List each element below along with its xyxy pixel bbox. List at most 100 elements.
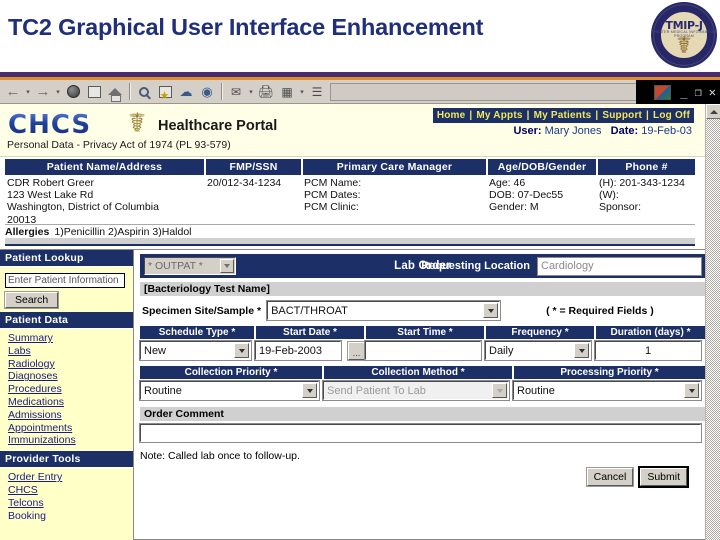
browser-window: ← ▾ → ▾ ★ ☁ ◉ ✉ ▾ 🖨 ▦ ▾ ☰ _ ❐ ✕ CHCS ☤ H… — [0, 80, 720, 540]
sidebar-item-admissions[interactable]: Admissions — [5, 409, 129, 422]
sidebar-item-radiology[interactable]: Radiology — [5, 358, 129, 371]
refresh-icon[interactable] — [84, 82, 104, 102]
forward-chevron-down-icon[interactable]: ▾ — [54, 82, 62, 102]
schedule-type-dropdown[interactable]: New — [139, 340, 252, 361]
patient-pcm-cell: PCM Name: PCM Dates: PCM Clinic: — [302, 175, 487, 228]
nav-item-support[interactable]: Support — [602, 110, 642, 121]
windows-logo-icon — [654, 84, 672, 100]
patient-name-address-cell: CDR Robert Greer 123 West Lake Rd Washin… — [5, 175, 205, 228]
portal-subtitle: Healthcare Portal — [158, 118, 278, 134]
nav-sep: | — [466, 110, 476, 121]
frequency-dropdown[interactable]: Daily — [484, 340, 592, 361]
back-arrow-icon[interactable]: ← — [3, 82, 23, 102]
media-icon[interactable]: ◉ — [197, 82, 217, 102]
specimen-row: Specimen Site/Sample * BACT/THROAT ( * =… — [140, 300, 705, 321]
nav-item-my-patients[interactable]: My Patients — [534, 110, 592, 121]
chevron-down-icon[interactable] — [234, 343, 249, 358]
scroll-up-button[interactable] — [706, 104, 720, 119]
collection-priority-value: Routine — [144, 384, 182, 397]
user-info-line: User: Mary Jones Date: 19-Feb-03 — [513, 125, 692, 137]
sidebar-item-summary[interactable]: Summary — [5, 332, 129, 345]
order-comment-input[interactable] — [139, 423, 702, 443]
start-date-input[interactable]: 19-Feb-2003 — [254, 340, 342, 361]
specimen-dropdown[interactable]: BACT/THROAT — [266, 300, 502, 321]
priority-value-row: Routine Send Patient To Lab Routine — [139, 379, 705, 401]
sidebar-item-chcs[interactable]: CHCS — [5, 484, 129, 497]
chevron-down-icon[interactable] — [220, 259, 234, 273]
form-button-row: Cancel Submit — [140, 466, 705, 488]
patient-type-dropdown[interactable]: * OUTPAT * — [144, 257, 236, 275]
mail-chevron-down-icon[interactable]: ▾ — [247, 82, 255, 102]
date-picker-button[interactable]: ... — [347, 340, 366, 361]
sidebar-item-immunizations[interactable]: Immunizations — [5, 434, 129, 447]
history-icon[interactable]: ☁ — [176, 82, 196, 102]
user-name: Mary Jones — [544, 125, 602, 137]
nav-item-my-appts[interactable]: My Appts — [476, 110, 522, 121]
col-collection-method: Collection Method * — [323, 366, 514, 379]
requesting-location-input[interactable]: Cardiology — [537, 256, 702, 276]
chevron-down-icon[interactable] — [483, 303, 499, 318]
processing-priority-cell: Routine — [512, 379, 705, 401]
stop-icon[interactable] — [63, 82, 83, 102]
page-title: TC2 Graphical User Interface Enhancement — [8, 14, 484, 40]
cancel-button[interactable]: Cancel — [585, 467, 635, 487]
sidebar-item-medications[interactable]: Medications — [5, 396, 129, 409]
schedule-value-row: New 19-Feb-2003 ... Daily 1 — [139, 339, 705, 361]
edit-icon[interactable]: ▦ — [277, 82, 297, 102]
order-form-header: * OUTPAT * Lab Order Requesting Location… — [140, 254, 705, 278]
start-time-input[interactable] — [364, 340, 482, 361]
patient-table-header-row: Patient Name/Address FMP/SSN Primary Car… — [5, 159, 695, 175]
duration-input[interactable]: 1 — [594, 340, 702, 361]
allergies-label: Allergies — [5, 226, 50, 238]
order-comment-section-title: Order Comment — [140, 407, 705, 421]
chevron-down-icon[interactable] — [302, 383, 317, 398]
back-chevron-down-icon[interactable]: ▾ — [24, 82, 32, 102]
search-icon[interactable] — [134, 82, 154, 102]
caduceus-icon: ☤ — [128, 108, 147, 138]
collection-priority-dropdown[interactable]: Routine — [139, 380, 320, 401]
home-icon[interactable] — [105, 82, 125, 102]
required-fields-note: ( * = Required Fields ) — [546, 304, 654, 317]
sidebar-item-booking[interactable]: Booking — [5, 510, 129, 523]
test-name-section-title: [Bacteriology Test Name] — [140, 282, 705, 296]
nav-item-log-off[interactable]: Log Off — [653, 110, 690, 121]
schedule-grid: Schedule Type * Start Date * Start Time … — [139, 326, 705, 361]
sidebar-item-diagnoses[interactable]: Diagnoses — [5, 370, 129, 383]
sidebar-section-patient-lookup: Patient Lookup — [0, 250, 133, 267]
edit-chevron-down-icon[interactable]: ▾ — [298, 82, 306, 102]
sponsor: Sponsor: — [599, 201, 642, 214]
nav-item-home[interactable]: Home — [437, 110, 466, 121]
window-controls: _ ❐ ✕ — [636, 80, 720, 104]
processing-priority-dropdown[interactable]: Routine — [512, 380, 702, 401]
pcm-clinic: PCM Clinic: — [304, 201, 359, 214]
forward-arrow-icon[interactable]: → — [33, 82, 53, 102]
minimize-button[interactable]: _ — [680, 86, 687, 98]
page-body: CHCS ☤ Healthcare Portal Home | My Appts… — [0, 104, 720, 540]
schedule-type-value: New — [144, 344, 167, 357]
collection-method-cell: Send Patient To Lab — [322, 379, 513, 401]
print-icon[interactable]: 🖨 — [256, 82, 276, 102]
sidebar-item-appointments[interactable]: Appointments — [5, 422, 129, 435]
table-row: CDR Robert Greer 123 West Lake Rd Washin… — [5, 175, 695, 228]
search-input[interactable] — [5, 273, 125, 288]
sidebar-item-labs[interactable]: Labs — [5, 345, 129, 358]
col-duration-days: Duration (days) * — [595, 326, 705, 339]
chevron-down-icon[interactable] — [574, 343, 589, 358]
col-collection-priority: Collection Priority * — [140, 366, 324, 379]
order-note: Note: Called lab once to follow-up. — [140, 450, 300, 462]
close-button[interactable]: ✕ — [709, 86, 716, 98]
restore-button[interactable]: ❐ — [695, 86, 702, 98]
search-button[interactable]: Search — [3, 291, 60, 309]
mail-icon[interactable]: ✉ — [226, 82, 246, 102]
discuss-icon[interactable]: ☰ — [307, 82, 327, 102]
vertical-scrollbar[interactable] — [705, 104, 720, 540]
chevron-down-icon[interactable] — [684, 383, 699, 398]
tmipj-inner: ☤ TMIP-J THEATER MEDICAL INFORMATION PRO… — [651, 2, 717, 68]
submit-button[interactable]: Submit — [638, 466, 689, 488]
sidebar-item-telcons[interactable]: Telcons — [5, 497, 129, 510]
patient-street: 123 West Lake Rd — [7, 189, 94, 202]
favorites-icon[interactable]: ★ — [155, 82, 175, 102]
sidebar-item-procedures[interactable]: Procedures — [5, 383, 129, 396]
sidebar-section-patient-data: Patient Data — [0, 312, 133, 329]
sidebar-item-order-entry[interactable]: Order Entry — [5, 471, 129, 484]
